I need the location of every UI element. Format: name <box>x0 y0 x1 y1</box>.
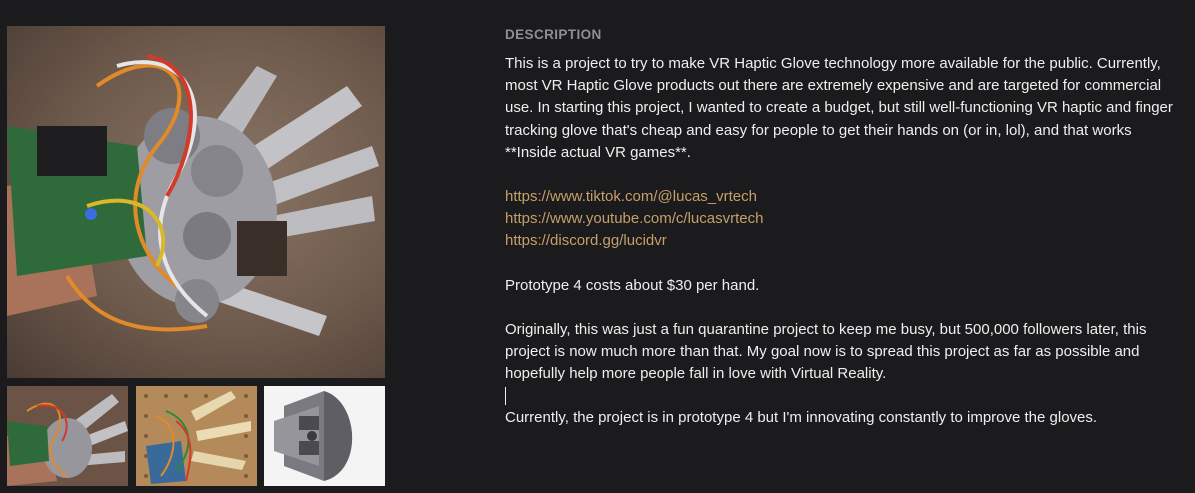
intro-paragraph: This is a project to try to make VR Hapt… <box>505 55 1173 161</box>
thumbnail-2[interactable] <box>136 386 257 486</box>
social-links: https://www.tiktok.com/@lucas_vrtech htt… <box>505 186 1185 253</box>
cost-paragraph: Prototype 4 costs about $30 per hand. <box>505 276 760 294</box>
text-cursor <box>505 387 506 406</box>
discord-link[interactable]: https://discord.gg/lucidvr <box>505 230 1185 252</box>
main-product-image[interactable] <box>7 26 385 378</box>
story-paragraph: Originally, this was just a fun quaranti… <box>505 320 1147 383</box>
description-section: DESCRIPTION This is a project to try to … <box>505 27 1185 430</box>
vr-haptic-glove-photo <box>7 54 379 336</box>
thumbnail-1[interactable] <box>7 386 128 486</box>
glove-photo-thumbnail <box>7 386 128 486</box>
pegboard-prototype-thumbnail <box>136 386 257 486</box>
description-heading: DESCRIPTION <box>505 27 602 42</box>
thumbnail-3[interactable] <box>264 386 385 486</box>
tiktok-link[interactable]: https://www.tiktok.com/@lucas_vrtech <box>505 186 1185 208</box>
image-gallery <box>7 26 385 486</box>
status-paragraph: Currently, the project is in prototype 4… <box>505 409 1098 427</box>
thumbnail-strip <box>7 386 385 486</box>
cad-model-thumbnail <box>264 386 385 486</box>
youtube-link[interactable]: https://www.youtube.com/c/lucasvrtech <box>505 208 1185 230</box>
